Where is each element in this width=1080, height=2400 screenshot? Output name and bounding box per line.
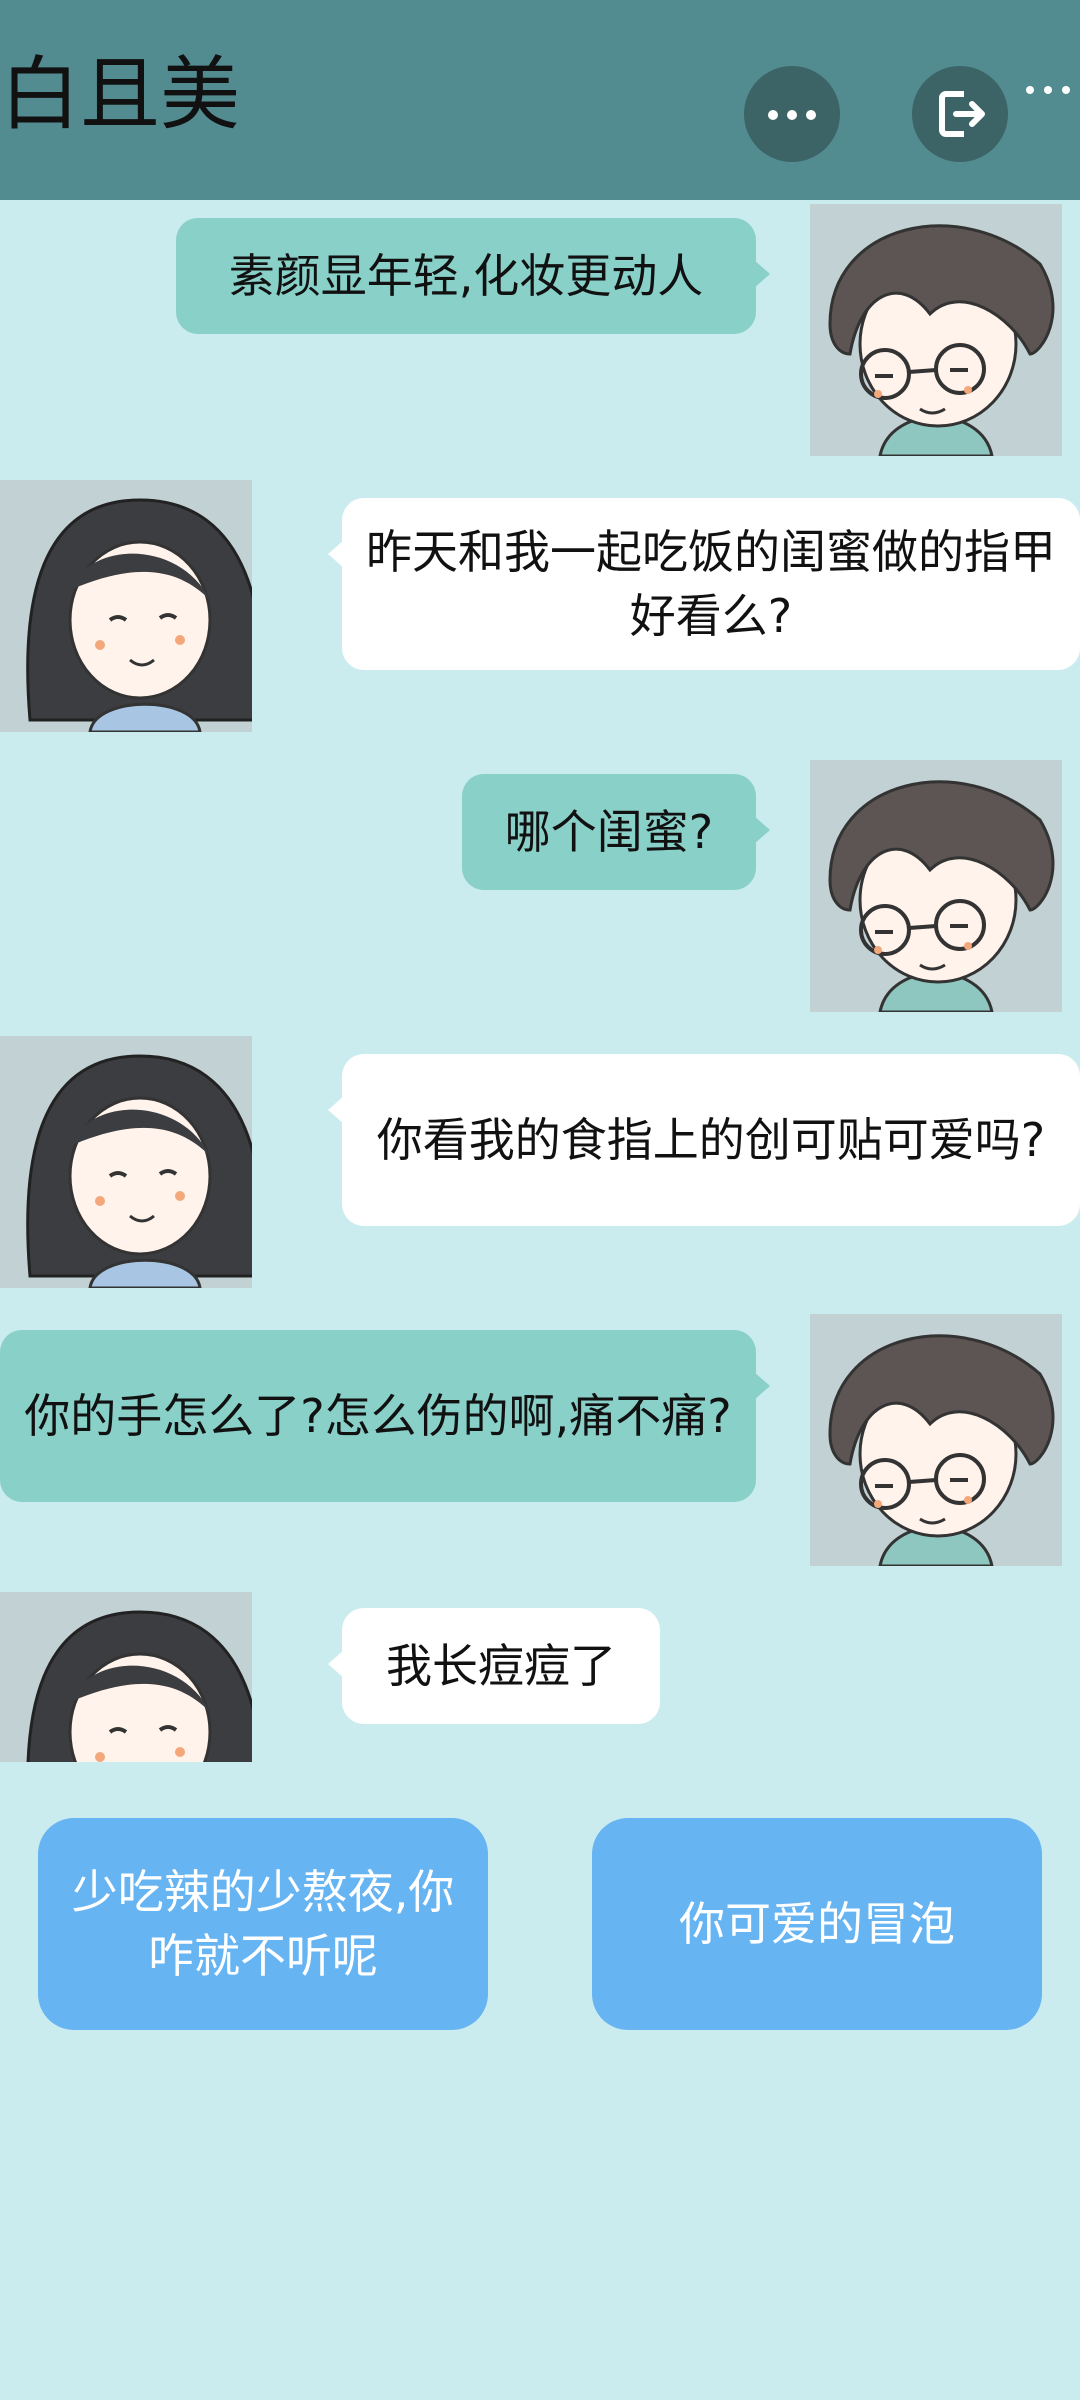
- reply-choice-label: 你可爱的冒泡: [679, 1897, 955, 1951]
- app-header: 白且美: [0, 0, 1080, 200]
- message-text: 哪个闺蜜?: [504, 805, 714, 859]
- message-text: 我长痘痘了: [386, 1639, 616, 1693]
- more-icon: [768, 110, 816, 120]
- girl-avatar: [0, 1036, 252, 1288]
- girl-avatar: [0, 480, 252, 732]
- boy-avatar: [810, 1314, 1062, 1566]
- message-bubble-received: 我长痘痘了: [328, 1608, 660, 1724]
- message-bubble-received: 昨天和我一起吃饭的闺蜜做的指甲好看么?: [328, 498, 1080, 670]
- message-bubble-sent: 你的手怎么了?怎么伤的啊,痛不痛?: [0, 1330, 770, 1502]
- reply-choice-button[interactable]: 你可爱的冒泡: [592, 1818, 1042, 2030]
- message-text: 昨天和我一起吃饭的闺蜜做的指甲好看么?: [366, 525, 1056, 643]
- girl-avatar: [0, 1592, 252, 1762]
- reply-choice-label: 少吃辣的少熬夜,你咋就不听呢: [71, 1865, 455, 1983]
- message-bubble-sent: 素颜显年轻,化妆更动人: [176, 218, 770, 334]
- boy-avatar: [810, 760, 1062, 1012]
- page-title: 白且美: [0, 48, 240, 141]
- message-text: 素颜显年轻,化妆更动人: [228, 249, 704, 303]
- more-button[interactable]: [744, 66, 840, 162]
- reply-choice-button[interactable]: 少吃辣的少熬夜,你咋就不听呢: [38, 1818, 488, 2030]
- overflow-icon[interactable]: [1026, 86, 1080, 96]
- exit-icon: [939, 91, 985, 137]
- message-bubble-received: 你看我的食指上的创可贴可爱吗?: [328, 1054, 1080, 1226]
- message-bubble-sent: 哪个闺蜜?: [462, 774, 770, 890]
- boy-avatar: [810, 204, 1062, 456]
- exit-button[interactable]: [912, 66, 1008, 162]
- message-text: 你的手怎么了?怎么伤的啊,痛不痛?: [24, 1389, 732, 1443]
- message-text: 你看我的食指上的创可贴可爱吗?: [376, 1113, 1046, 1167]
